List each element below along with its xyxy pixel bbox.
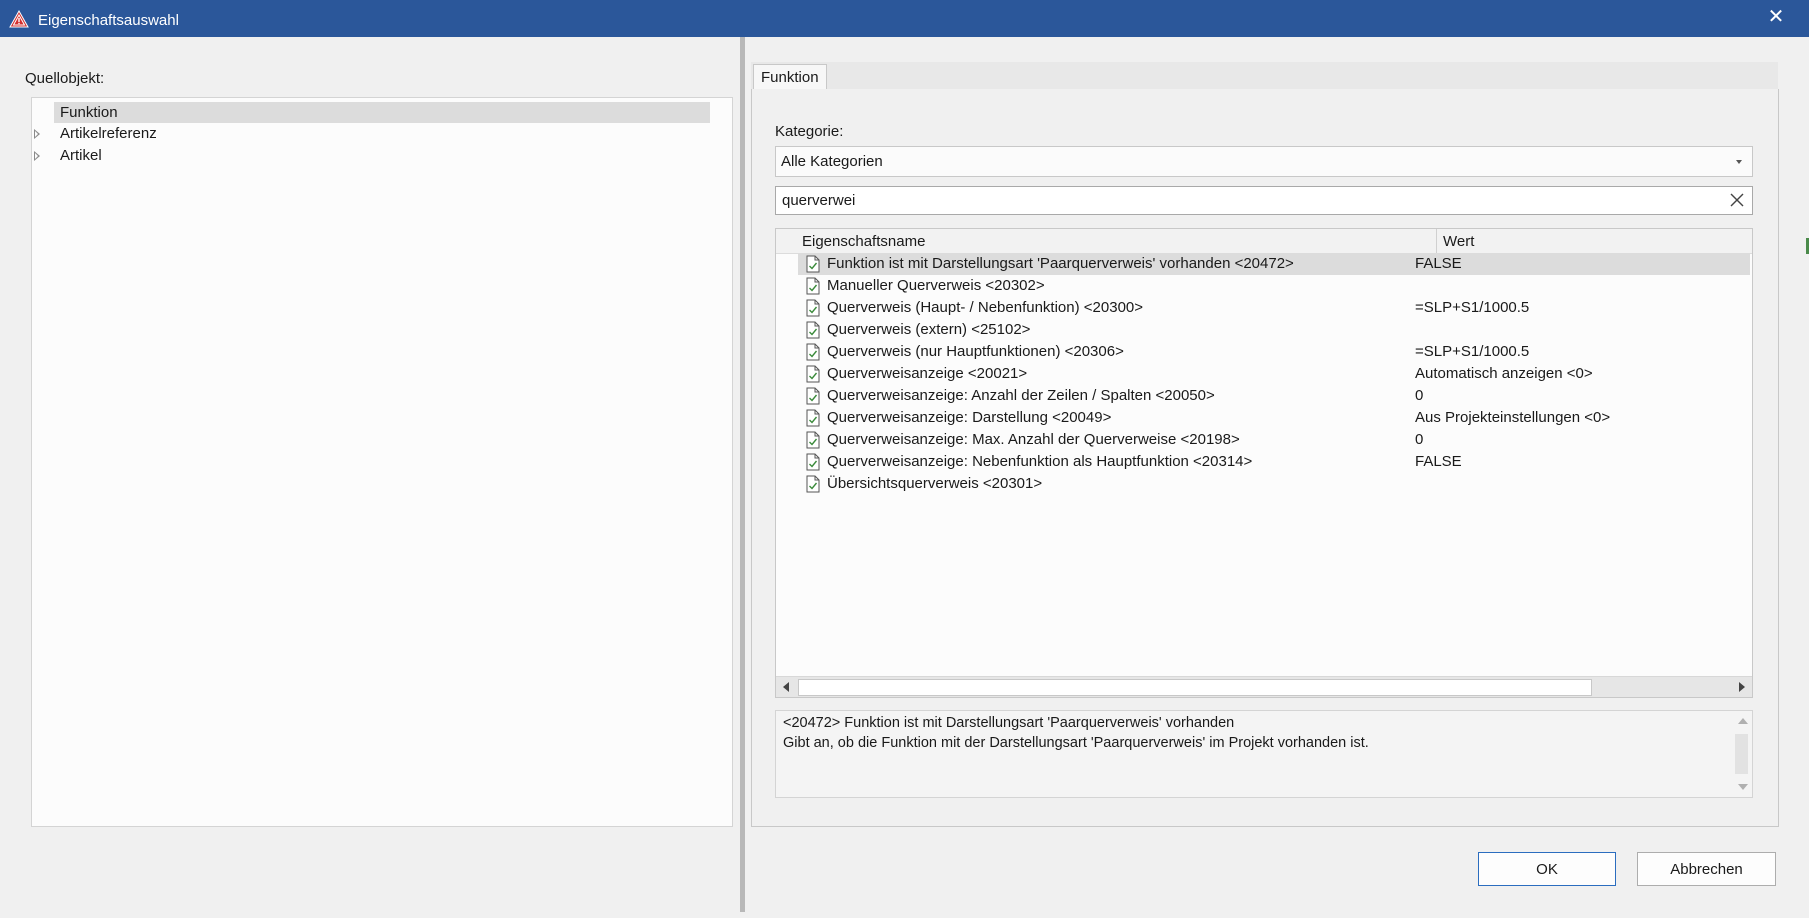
search-input[interactable] <box>782 190 1702 210</box>
property-name: Querverweis (nur Hauptfunktionen) <20306… <box>827 343 1124 360</box>
source-object-label: Quellobjekt: <box>25 70 105 87</box>
chevron-down-icon <box>1736 160 1742 164</box>
property-value: 0 <box>1415 387 1424 404</box>
property-document-icon <box>806 299 820 317</box>
window-title: Eigenschaftsauswahl <box>38 12 179 29</box>
property-document-icon <box>806 255 820 273</box>
scrollbar-thumb[interactable] <box>798 679 1592 696</box>
property-value: =SLP+S1/1000.5 <box>1415 299 1530 316</box>
column-header-name[interactable]: Eigenschaftsname <box>802 233 925 250</box>
property-document-icon <box>806 475 820 493</box>
table-row[interactable]: Manueller Querverweis <20302> <box>798 275 1750 297</box>
search-box[interactable] <box>775 186 1753 215</box>
expand-arrow-icon[interactable] <box>34 151 40 161</box>
property-document-icon <box>806 387 820 405</box>
table-row[interactable]: Funktion ist mit Darstellungsart 'Paarqu… <box>798 253 1750 275</box>
close-icon[interactable]: ✕ <box>1762 3 1790 31</box>
description-text: Gibt an, ob die Funktion mit der Darstel… <box>783 735 1369 751</box>
table-row[interactable]: Querverweis (nur Hauptfunktionen) <20306… <box>798 341 1750 363</box>
property-value: Aus Projekteinstellungen <0> <box>1415 409 1611 426</box>
property-value: FALSE <box>1415 255 1462 272</box>
expand-arrow-icon[interactable] <box>34 129 40 139</box>
table-row[interactable]: Querverweisanzeige: Nebenfunktion als Ha… <box>798 451 1750 473</box>
property-name: Querverweisanzeige: Max. Anzahl der Quer… <box>827 431 1240 448</box>
clear-icon[interactable] <box>1726 189 1748 211</box>
property-document-icon <box>806 321 820 339</box>
property-name: Übersichtsquerverweis <20301> <box>827 475 1043 492</box>
scroll-right-icon[interactable] <box>1739 682 1745 692</box>
title-bar: Eigenschaftsauswahl ✕ <box>0 0 1809 37</box>
property-document-icon <box>806 365 820 383</box>
property-name: Querverweisanzeige: Darstellung <20049> <box>827 409 1112 426</box>
description-title: <20472> Funktion ist mit Darstellungsart… <box>783 715 1235 731</box>
tree-item-label: Artikelreferenz <box>60 125 157 142</box>
table-row[interactable]: Übersichtsquerverweis <20301> <box>798 473 1750 495</box>
description-panel: <20472> Funktion ist mit Darstellungsart… <box>775 710 1753 798</box>
column-header-value[interactable]: Wert <box>1443 233 1474 250</box>
tree-item-artikelreferenz[interactable]: Artikelreferenz <box>34 123 710 144</box>
warning-triangle-icon <box>9 10 29 28</box>
property-document-icon <box>806 277 820 295</box>
property-document-icon <box>806 453 820 471</box>
source-object-tree[interactable]: Funktion Artikelreferenz Artikel <box>31 97 733 827</box>
tree-item-funktion[interactable]: Funktion <box>54 102 710 123</box>
table-row[interactable]: Querverweisanzeige: Anzahl der Zeilen / … <box>798 385 1750 407</box>
property-name: Querverweisanzeige <20021> <box>827 365 1028 382</box>
property-name: Querverweis (Haupt- / Nebenfunktion) <20… <box>827 299 1144 316</box>
grid-header: Eigenschaftsname Wert <box>776 229 1752 254</box>
tab-funktion[interactable]: Funktion <box>753 64 827 91</box>
property-name: Manueller Querverweis <20302> <box>827 277 1045 294</box>
tab-strip: Funktion <box>751 62 1778 91</box>
table-row[interactable]: Querverweis (extern) <25102> <box>798 319 1750 341</box>
property-name: Querverweisanzeige: Anzahl der Zeilen / … <box>827 387 1215 404</box>
property-document-icon <box>806 431 820 449</box>
property-name: Funktion ist mit Darstellungsart 'Paarqu… <box>827 255 1294 272</box>
table-row[interactable]: Querverweis (Haupt- / Nebenfunktion) <20… <box>798 297 1750 319</box>
tree-item-label: Artikel <box>60 147 102 164</box>
table-row[interactable]: Querverweisanzeige: Max. Anzahl der Quer… <box>798 429 1750 451</box>
property-document-icon <box>806 343 820 361</box>
pane-splitter[interactable] <box>740 37 745 912</box>
property-name: Querverweis (extern) <25102> <box>827 321 1031 338</box>
column-separator[interactable] <box>1436 229 1437 253</box>
table-row[interactable]: Querverweisanzeige <20021> Automatisch an… <box>798 363 1750 385</box>
cancel-button[interactable]: Abbrechen <box>1637 852 1776 886</box>
vertical-scrollbar[interactable] <box>1732 711 1752 797</box>
table-row[interactable]: Querverweisanzeige: Darstellung <20049> A… <box>798 407 1750 429</box>
property-value: FALSE <box>1415 453 1462 470</box>
category-label: Kategorie: <box>775 123 844 140</box>
property-grid[interactable]: Eigenschaftsname Wert Funktion ist mit D… <box>775 228 1753 698</box>
ok-button[interactable]: OK <box>1478 852 1616 886</box>
scrollbar-thumb[interactable] <box>1735 734 1748 774</box>
tree-item-label: Funktion <box>60 104 118 121</box>
scroll-down-icon[interactable] <box>1738 784 1748 790</box>
scroll-left-icon[interactable] <box>783 682 789 692</box>
category-select[interactable]: Alle Kategorien <box>775 146 1753 177</box>
property-value: 0 <box>1415 431 1424 448</box>
horizontal-scrollbar[interactable] <box>776 676 1752 697</box>
property-document-icon <box>806 409 820 427</box>
tree-item-artikel[interactable]: Artikel <box>34 145 710 166</box>
scroll-up-icon[interactable] <box>1738 718 1748 724</box>
category-value: Alle Kategorien <box>781 153 883 170</box>
property-value: Automatisch anzeigen <0> <box>1415 365 1593 382</box>
property-name: Querverweisanzeige: Nebenfunktion als Ha… <box>827 453 1253 470</box>
property-value: =SLP+S1/1000.5 <box>1415 343 1530 360</box>
